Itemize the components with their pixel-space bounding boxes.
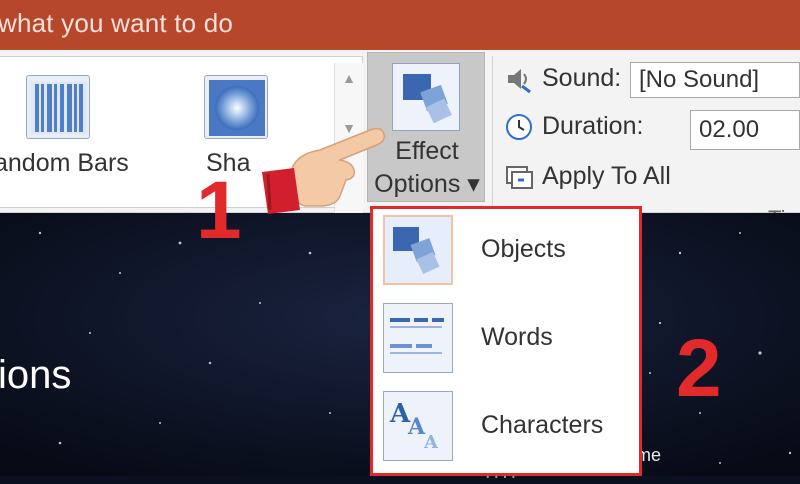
objects-icon (383, 215, 453, 285)
slide-title-text: ions (0, 353, 72, 397)
duration-row: Duration: 02.00 (500, 108, 800, 150)
sound-label: Sound: (542, 64, 622, 92)
dropdown-item-label: Objects (481, 235, 566, 263)
annotation-step-1: 1 (196, 165, 242, 256)
apply-to-all-button[interactable]: Apply To All (500, 158, 800, 196)
words-icon (383, 303, 453, 373)
pointing-hand-icon (262, 127, 386, 214)
gallery-item-label: andom Bars (0, 149, 129, 177)
tell-me-search[interactable]: what you want to do (0, 8, 233, 39)
dropdown-more-indicator: .... (485, 461, 520, 483)
svg-text:A: A (423, 432, 439, 453)
apply-to-all-icon (504, 162, 534, 192)
sound-row: Sound: [No Sound] (500, 60, 800, 98)
clock-icon (504, 112, 534, 142)
gallery-item-random-bars[interactable]: andom Bars (0, 57, 140, 207)
random-bars-effect-icon (26, 75, 90, 139)
timing-group: Sound: [No Sound] Duration: 02.00 Apply … (500, 56, 800, 206)
ribbon-separator (492, 56, 493, 206)
dropdown-item-characters[interactable]: A A A Characters (373, 387, 639, 471)
dropdown-item-label: Characters (481, 411, 604, 439)
apply-to-all-label: Apply To All (542, 162, 671, 190)
sound-dropdown[interactable]: [No Sound] (630, 62, 800, 98)
annotation-step-2: 2 (676, 323, 722, 414)
characters-icon: A A A (383, 391, 453, 461)
scroll-up-icon[interactable]: ▲ (335, 65, 363, 91)
dropdown-item-label: Words (481, 323, 553, 351)
dropdown-item-objects[interactable]: Objects (373, 211, 639, 295)
speaker-icon (504, 64, 534, 94)
effect-options-icon (392, 63, 460, 131)
duration-input[interactable]: 02.00 (690, 110, 800, 150)
duration-label: Duration: (542, 112, 644, 140)
dropdown-item-words[interactable]: Words (373, 299, 639, 383)
title-bar: what you want to do (0, 0, 800, 50)
effect-options-dropdown: Objects Words A A A Characters .... (370, 206, 642, 483)
